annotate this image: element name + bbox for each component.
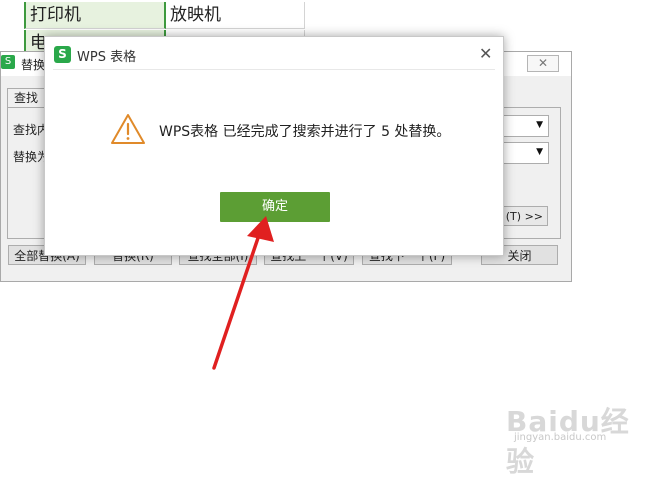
cell-b1[interactable]: 放映机 [166, 2, 305, 29]
watermark-url: jingyan.baidu.com [514, 432, 607, 443]
message-close-button[interactable]: ✕ [479, 44, 492, 63]
find-what-dropdown[interactable]: ▼ [501, 115, 549, 137]
wps-logo-icon: S [54, 46, 71, 63]
options-button[interactable]: (T) >> [498, 206, 548, 226]
chevron-down-icon: ▼ [536, 147, 543, 157]
replace-with-dropdown[interactable]: ▼ [501, 142, 549, 164]
warning-triangle-icon [111, 114, 145, 144]
wps-logo-icon: S [1, 55, 15, 69]
replace-close-button[interactable]: ✕ [527, 55, 559, 72]
divider [53, 69, 495, 70]
chevron-down-icon: ▼ [536, 120, 543, 130]
cell-a1[interactable]: 打印机 [24, 2, 166, 29]
message-text: WPS表格 已经完成了搜索并进行了 5 处替换。 [159, 124, 451, 140]
message-box-title: WPS 表格 [77, 50, 137, 65]
replace-dialog-title: 替换 [21, 58, 46, 72]
message-box: S WPS 表格 ✕ WPS表格 已经完成了搜索并进行了 5 处替换。 确定 [44, 36, 504, 256]
ok-button[interactable]: 确定 [220, 192, 330, 222]
